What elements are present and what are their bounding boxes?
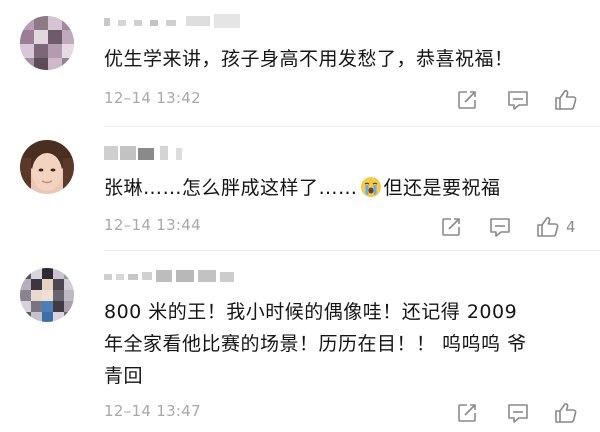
comment-list: 优生学来讲，孩子身高不用发愁了，恭喜祝福！ 12–14 13:42 张琳……怎么…: [0, 0, 600, 432]
reply-icon: [508, 404, 528, 423]
divider: [104, 126, 600, 127]
share-button[interactable]: [456, 400, 478, 426]
username-redacted[interactable]: [104, 266, 244, 284]
comment-text: 800 米的王！我小时候的偶像哇！还记得 2009 年全家看他比赛的场景！历历在…: [104, 296, 574, 392]
share-icon: [442, 218, 460, 236]
comment-text: 优生学来讲，孩子身高不用发愁了，恭喜祝福！: [104, 48, 514, 70]
like-button[interactable]: [554, 400, 584, 426]
thumbs-up-icon: [537, 217, 559, 237]
avatar[interactable]: [20, 140, 74, 194]
comment-text-line: 年全家看他比赛的场景！历历在目！！ 呜呜呜 爷: [104, 333, 527, 355]
username-redacted[interactable]: [104, 144, 194, 162]
username-redacted[interactable]: [104, 12, 244, 30]
comment-item: 优生学来讲，孩子身高不用发愁了，恭喜祝福！ 12–14 13:42: [0, 0, 600, 127]
reply-button[interactable]: [506, 87, 530, 113]
timestamp: 12–14 13:44: [104, 216, 201, 234]
comment-text-part: 张琳……怎么胖成这样了……: [104, 177, 358, 199]
comment-meta: 12–14 13:47: [104, 400, 584, 426]
thumbs-up-icon: [555, 403, 577, 423]
comment-item: 800 米的王！我小时候的偶像哇！还记得 2009 年全家看他比赛的场景！历历在…: [0, 256, 600, 432]
reply-icon: [490, 218, 510, 237]
share-icon: [458, 404, 476, 422]
share-button[interactable]: [440, 214, 462, 240]
comment-meta: 12–14 13:44 4: [104, 214, 584, 240]
share-icon: [458, 91, 476, 109]
reply-button[interactable]: [488, 214, 512, 240]
comment-meta: 12–14 13:42: [104, 87, 584, 113]
comment-text-part: 但还是要祝福: [383, 177, 501, 199]
avatar-image: [20, 268, 74, 322]
avatar[interactable]: [20, 16, 74, 70]
comment-text: 张琳……怎么胖成这样了…… 但还是要祝福: [104, 172, 574, 204]
timestamp: 12–14 13:47: [104, 402, 201, 420]
share-button[interactable]: [456, 87, 478, 113]
divider: [104, 250, 600, 251]
comment-text-line: 青回: [104, 365, 144, 387]
like-button[interactable]: [554, 87, 584, 113]
like-button[interactable]: 4: [536, 214, 576, 240]
avatar[interactable]: [20, 268, 74, 322]
comment-item: 张琳……怎么胖成这样了…… 但还是要祝福 12–14 13:44 4: [0, 132, 600, 252]
reply-icon: [508, 91, 528, 110]
thumbs-up-icon: [555, 90, 577, 110]
reply-button[interactable]: [506, 400, 530, 426]
avatar-image: [20, 16, 74, 70]
crying-face-icon: [360, 177, 381, 197]
like-count: 4: [566, 218, 576, 236]
avatar-image: [20, 140, 74, 194]
comment-text-line: 800 米的王！我小时候的偶像哇！还记得 2009: [104, 301, 518, 323]
timestamp: 12–14 13:42: [104, 89, 201, 107]
